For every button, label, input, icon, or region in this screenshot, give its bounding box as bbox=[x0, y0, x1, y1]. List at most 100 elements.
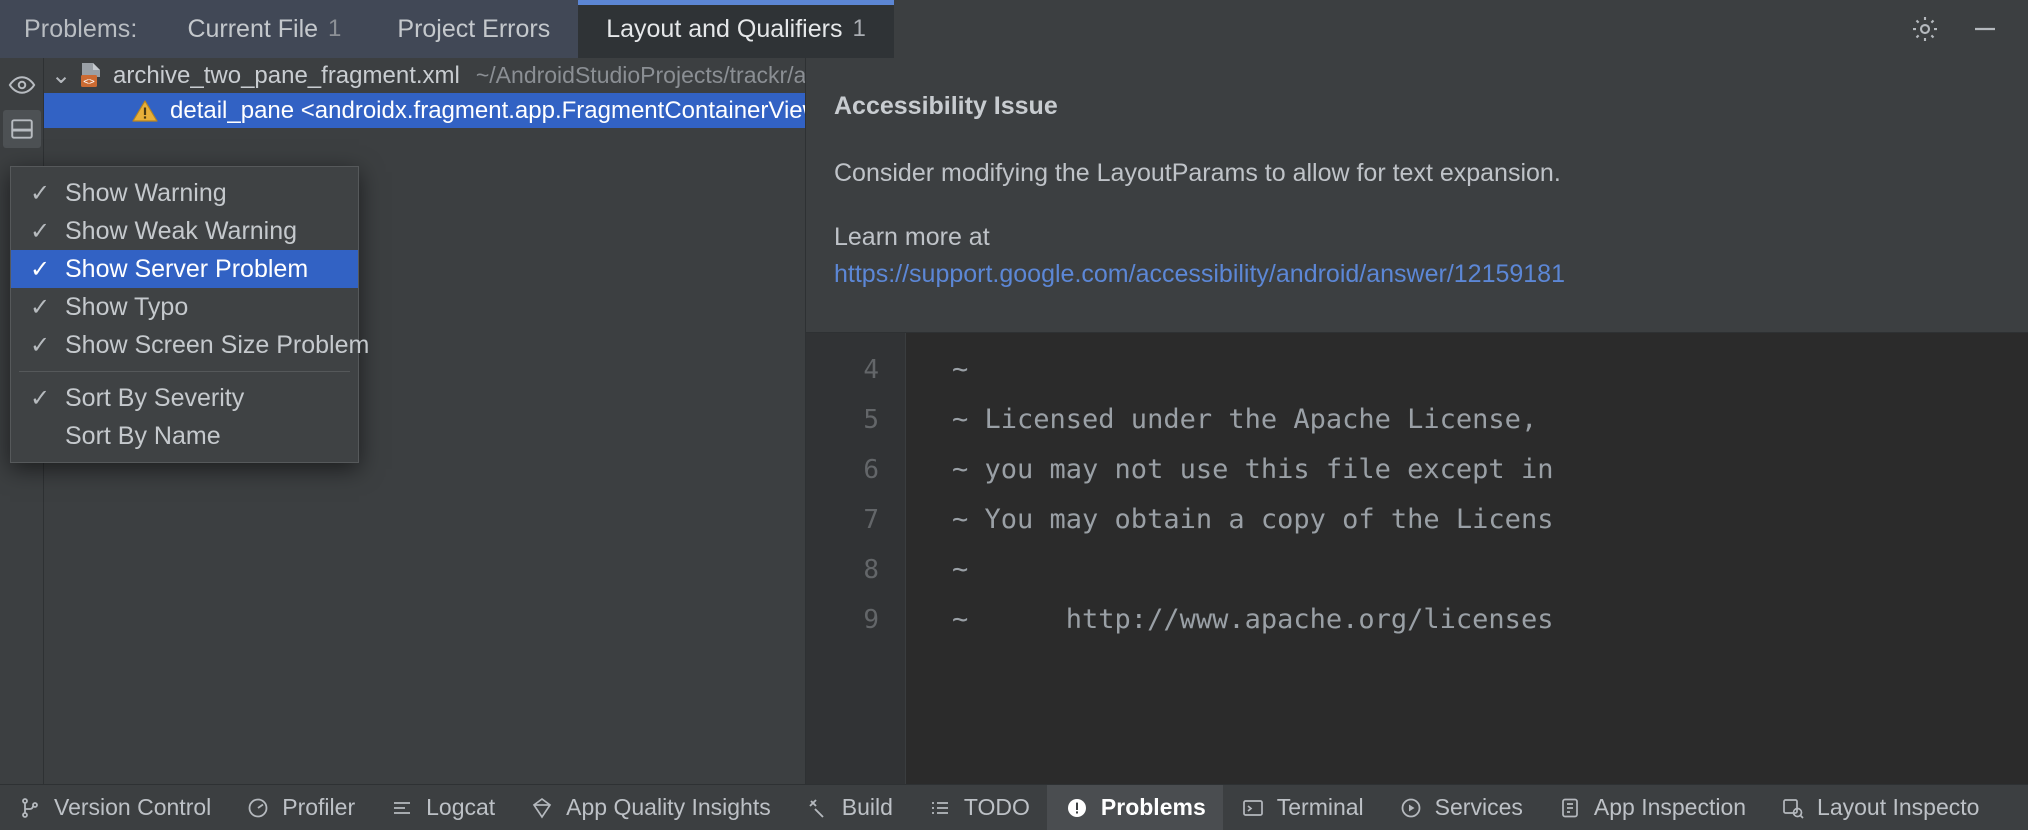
code-line: ~ bbox=[952, 345, 2028, 395]
status-item-label: App Inspection bbox=[1594, 794, 1746, 821]
code-line-link[interactable]: ~ http://www.apache.org/licenses bbox=[952, 595, 2028, 645]
hammer-icon bbox=[805, 795, 831, 821]
tab-layout-and-qualifiers[interactable]: Layout and Qualifiers 1 bbox=[578, 0, 894, 58]
diamond-icon bbox=[529, 795, 555, 821]
issue-doc-link[interactable]: https://support.google.com/accessibility… bbox=[834, 260, 1565, 288]
status-item-label: Terminal bbox=[1277, 794, 1364, 821]
tree-issue-text: detail_pane <androidx.fragment.app.Fragm… bbox=[170, 97, 806, 125]
problems-body: ⌄ <> archive_two_pane_fragment.xml ~/And… bbox=[0, 58, 2028, 784]
check-icon: ✓ bbox=[15, 255, 65, 284]
issue-detail-body: Consider modifying the LayoutParams to a… bbox=[834, 155, 1988, 191]
inspection-icon bbox=[1557, 795, 1583, 821]
status-item-app-quality-insights[interactable]: App Quality Insights bbox=[512, 785, 788, 830]
issue-learn-more: Learn more at https://support.google.com… bbox=[834, 219, 1988, 292]
android-studio-problems-panel: Problems: Current File 1 Project Errors … bbox=[0, 0, 2028, 830]
status-item-label: Services bbox=[1435, 794, 1523, 821]
status-item-app-inspection[interactable]: App Inspection bbox=[1540, 785, 1763, 830]
menu-item-show-server-problem[interactable]: ✓ Show Server Problem bbox=[11, 250, 358, 288]
tab-current-file-label: Current File bbox=[187, 15, 318, 44]
line-number: 5 bbox=[806, 395, 905, 445]
menu-item-label: Show Server Problem bbox=[65, 255, 308, 284]
profiler-icon bbox=[245, 795, 271, 821]
code-line: ~ bbox=[952, 545, 2028, 595]
warning-triangle-icon bbox=[130, 98, 160, 124]
detail-and-preview: Accessibility Issue Consider modifying t… bbox=[806, 58, 2028, 784]
status-item-label: Logcat bbox=[426, 794, 495, 821]
status-item-todo[interactable]: TODO bbox=[910, 785, 1047, 830]
tab-bar-actions bbox=[1908, 0, 2028, 58]
code-line: ~ You may obtain a copy of the Licens bbox=[952, 495, 2028, 545]
status-item-profiler[interactable]: Profiler bbox=[228, 785, 372, 830]
tab-layout-and-qualifiers-count: 1 bbox=[852, 15, 865, 43]
code-line: ~ Licensed under the Apache License, bbox=[952, 395, 2028, 445]
logcat-icon bbox=[389, 795, 415, 821]
tab-project-errors[interactable]: Project Errors bbox=[369, 0, 578, 58]
issue-learn-more-label: Learn more at bbox=[834, 223, 990, 251]
bottom-tool-window-bar: Version Control Profiler Logcat bbox=[0, 784, 2028, 830]
status-item-label: Problems bbox=[1101, 794, 1206, 821]
minimize-icon[interactable] bbox=[1968, 12, 2002, 46]
check-icon: ✓ bbox=[15, 384, 65, 413]
menu-item-show-typo[interactable]: ✓ Show Typo bbox=[11, 288, 358, 326]
status-item-layout-inspector[interactable]: Layout Inspecto bbox=[1763, 785, 1996, 830]
tree-row-file[interactable]: ⌄ <> archive_two_pane_fragment.xml ~/And… bbox=[44, 58, 805, 93]
line-number: 6 bbox=[806, 445, 905, 495]
gear-icon[interactable] bbox=[1908, 12, 1942, 46]
tab-current-file[interactable]: Current File 1 bbox=[159, 0, 369, 58]
layout-inspector-icon bbox=[1780, 795, 1806, 821]
problems-label: Problems: bbox=[0, 0, 159, 58]
line-number-gutter: 4 5 6 7 8 9 bbox=[806, 333, 906, 784]
menu-item-sort-by-name[interactable]: Sort By Name bbox=[11, 417, 358, 455]
status-item-label: App Quality Insights bbox=[566, 794, 771, 821]
menu-item-label: Sort By Name bbox=[65, 422, 221, 451]
status-item-problems[interactable]: Problems bbox=[1047, 785, 1223, 830]
problems-tab-bar: Problems: Current File 1 Project Errors … bbox=[0, 0, 2028, 58]
status-item-label: Build bbox=[842, 794, 893, 821]
eye-icon[interactable] bbox=[3, 66, 41, 104]
issue-detail-title: Accessibility Issue bbox=[834, 92, 1988, 121]
branch-icon bbox=[17, 795, 43, 821]
status-item-label: Profiler bbox=[282, 794, 355, 821]
status-item-label: Layout Inspecto bbox=[1817, 794, 1979, 821]
terminal-icon bbox=[1240, 795, 1266, 821]
code-line: ~ you may not use this file except in bbox=[952, 445, 2028, 495]
menu-item-sort-by-severity[interactable]: ✓ Sort By Severity bbox=[11, 379, 358, 417]
chevron-down-icon[interactable]: ⌄ bbox=[44, 61, 78, 90]
tab-strip: Problems: Current File 1 Project Errors … bbox=[0, 0, 894, 58]
menu-item-label: Show Typo bbox=[65, 293, 188, 322]
code-lines: ~ ~ Licensed under the Apache License, ~… bbox=[906, 333, 2028, 784]
tab-layout-and-qualifiers-label: Layout and Qualifiers bbox=[606, 15, 842, 44]
code-preview[interactable]: 4 5 6 7 8 9 ~ ~ Licensed under the Apach… bbox=[806, 333, 2028, 784]
issue-detail-panel: Accessibility Issue Consider modifying t… bbox=[806, 58, 2028, 333]
status-item-logcat[interactable]: Logcat bbox=[372, 785, 512, 830]
play-circle-icon bbox=[1398, 795, 1424, 821]
status-item-label: TODO bbox=[964, 794, 1030, 821]
tree-file-name: archive_two_pane_fragment.xml bbox=[113, 62, 460, 90]
status-item-services[interactable]: Services bbox=[1381, 785, 1540, 830]
menu-item-show-warning[interactable]: ✓ Show Warning bbox=[11, 174, 358, 212]
check-icon: ✓ bbox=[15, 217, 65, 246]
menu-item-label: Sort By Severity bbox=[65, 384, 244, 413]
tree-file-path: ~/AndroidStudioProjects/trackr/app/src bbox=[476, 62, 806, 89]
check-icon: ✓ bbox=[15, 179, 65, 208]
filter-options-menu[interactable]: ✓ Show Warning ✓ Show Weak Warning ✓ Sho… bbox=[10, 166, 359, 463]
menu-item-show-screen-size-problem[interactable]: ✓ Show Screen Size Problem bbox=[11, 326, 358, 364]
status-item-terminal[interactable]: Terminal bbox=[1223, 785, 1381, 830]
menu-separator bbox=[19, 371, 350, 372]
status-item-build[interactable]: Build bbox=[788, 785, 910, 830]
menu-item-label: Show Warning bbox=[65, 179, 227, 208]
check-icon: ✓ bbox=[15, 331, 65, 360]
svg-text:<>: <> bbox=[83, 77, 95, 88]
line-number: 8 bbox=[806, 545, 905, 595]
line-number: 9 bbox=[806, 595, 905, 645]
split-pane-icon[interactable] bbox=[3, 110, 41, 148]
line-number: 7 bbox=[806, 495, 905, 545]
menu-item-show-weak-warning[interactable]: ✓ Show Weak Warning bbox=[11, 212, 358, 250]
menu-item-label: Show Weak Warning bbox=[65, 217, 297, 246]
tree-row-issue[interactable]: detail_pane <androidx.fragment.app.Fragm… bbox=[44, 93, 805, 128]
tab-current-file-count: 1 bbox=[328, 15, 341, 43]
list-icon bbox=[927, 795, 953, 821]
exclamation-circle-icon bbox=[1064, 795, 1090, 821]
tab-bar-spacer bbox=[894, 0, 1908, 58]
status-item-version-control[interactable]: Version Control bbox=[0, 785, 228, 830]
